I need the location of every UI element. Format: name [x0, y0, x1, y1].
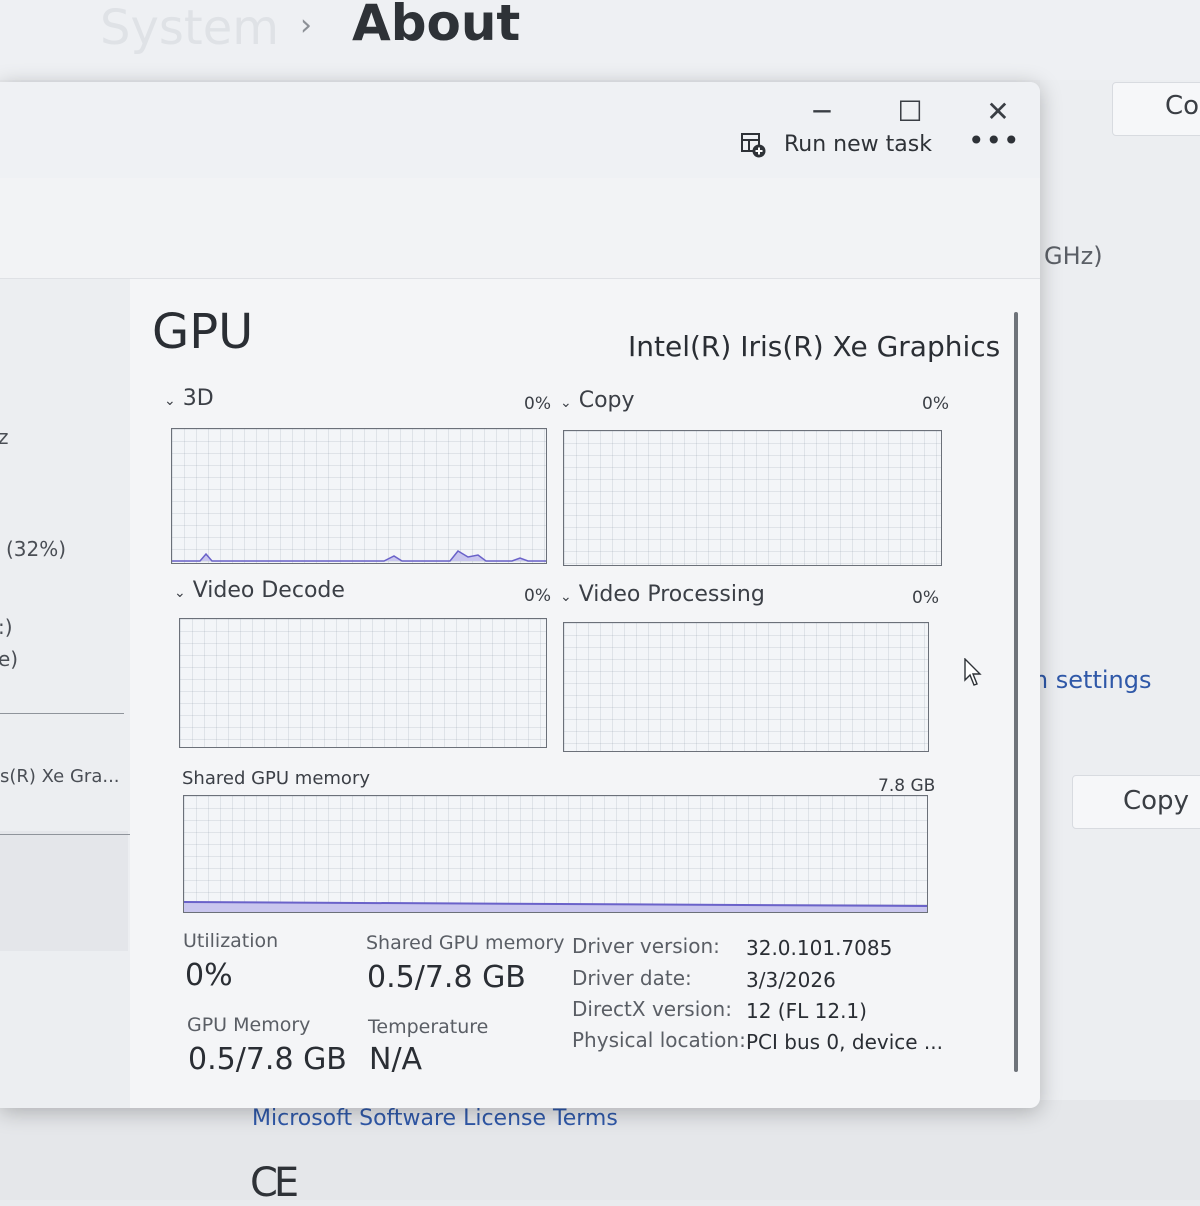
sidebar-divider	[0, 713, 124, 714]
utilization-label: Utilization	[183, 930, 279, 952]
shared-memory-value: 0.5/7.8 GB	[367, 960, 526, 995]
copy-button-device-specs[interactable]: Co	[1112, 82, 1200, 136]
engine-name: Video Decode	[192, 578, 345, 603]
scrollbar[interactable]	[1014, 312, 1018, 1072]
sidebar-item-gpu[interactable]	[0, 831, 128, 951]
engine-percent: 0%	[524, 586, 551, 606]
engine-name: Video Processing	[578, 582, 765, 607]
breadcrumb-system[interactable]: System	[100, 0, 279, 56]
graph-3d	[171, 428, 547, 564]
chevron-down-icon: ⌄	[560, 395, 572, 411]
engine-selector-video-decode[interactable]: ⌄ Video Decode	[174, 578, 345, 603]
physical-location-value: PCI bus 0, device ...	[746, 1030, 943, 1054]
driver-version-label: Driver version:	[572, 934, 720, 958]
copy-button-label: Co	[1165, 91, 1200, 121]
sidebar-divider	[0, 834, 130, 835]
shared-memory-label: Shared GPU memory	[366, 932, 565, 954]
sidebar-fragment-disk: :)	[0, 615, 13, 639]
engine-selector-3d[interactable]: ⌄ 3D	[164, 386, 214, 411]
copy-button-windows-specs[interactable]: Copy	[1072, 775, 1200, 829]
sidebar-item-gpu-label: s(R) Xe Gra...	[0, 766, 120, 787]
directx-version-label: DirectX version:	[572, 997, 732, 1021]
driver-date-label: Driver date:	[572, 966, 692, 990]
engine-name: 3D	[182, 386, 214, 411]
gpu-memory-value: 0.5/7.8 GB	[188, 1042, 347, 1077]
gpu-model-name: Intel(R) Iris(R) Xe Graphics	[628, 330, 1001, 363]
mouse-cursor-icon	[964, 658, 982, 686]
ce-mark: CE	[250, 1160, 299, 1206]
gpu-memory-label: GPU Memory	[187, 1014, 311, 1036]
shared-memory-graph-max: 7.8 GB	[878, 776, 936, 796]
temperature-value: N/A	[369, 1042, 423, 1077]
driver-date-value: 3/3/2026	[746, 968, 836, 992]
run-new-task-button[interactable]: Run new task	[736, 128, 936, 168]
breadcrumb-chevron-icon: ›	[300, 8, 312, 43]
gpu-heading: GPU	[152, 304, 254, 360]
engine-selector-copy[interactable]: ⌄ Copy	[560, 388, 635, 413]
chevron-down-icon: ⌄	[560, 589, 572, 605]
engine-percent: 0%	[524, 394, 551, 414]
shared-memory-graph-label: Shared GPU memory	[182, 768, 370, 789]
utilization-value: 0%	[185, 958, 233, 993]
graph-video-processing	[563, 622, 929, 752]
run-task-icon	[741, 133, 766, 158]
run-new-task-label: Run new task	[784, 132, 932, 157]
graph-copy	[563, 430, 942, 566]
engine-percent: 0%	[922, 394, 949, 414]
sidebar-fragment-cpu-speed: z	[0, 425, 9, 449]
copy-button-label: Copy	[1123, 786, 1189, 816]
chevron-down-icon: ⌄	[164, 393, 176, 409]
sidebar-fragment-disk-type: e)	[0, 647, 19, 671]
license-terms-link[interactable]: Microsoft Software License Terms	[252, 1106, 618, 1131]
sidebar-fragment-memory: (32%)	[6, 537, 67, 561]
driver-version-value: 32.0.101.7085	[746, 936, 893, 960]
directx-version-value: 12 (FL 12.1)	[746, 999, 867, 1023]
physical-location-label: Physical location:	[572, 1028, 746, 1052]
graph-video-decode	[179, 618, 547, 748]
more-options-button[interactable]: •••	[968, 124, 1020, 164]
engine-selector-video-processing[interactable]: ⌄ Video Processing	[560, 582, 765, 607]
page-title: About	[352, 0, 521, 52]
engine-name: Copy	[578, 388, 635, 413]
performance-sidebar: z (32%) :) e) s(R) Xe Gra...	[0, 279, 130, 1108]
engine-percent: 0%	[912, 588, 939, 608]
graph-shared-gpu-memory	[183, 795, 928, 913]
graph-shared-memory-line	[184, 901, 927, 912]
chevron-down-icon: ⌄	[174, 585, 186, 601]
toolbar	[0, 178, 1040, 279]
processor-speed-fragment: GHz)	[1044, 242, 1103, 270]
graph-3d-line	[172, 550, 546, 562]
temperature-label: Temperature	[368, 1016, 489, 1038]
